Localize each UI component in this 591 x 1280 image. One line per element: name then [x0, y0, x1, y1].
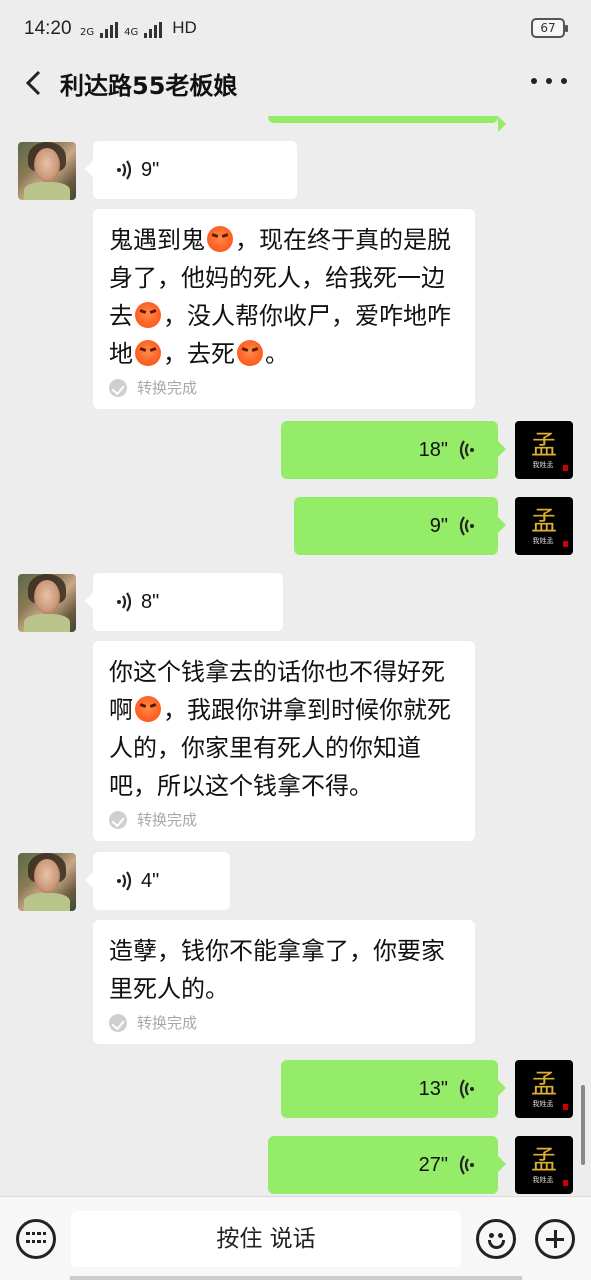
transcript-status: 转换完成	[109, 809, 461, 831]
hd-label: HD	[172, 18, 197, 37]
signal-icon	[144, 22, 163, 38]
avatar-glyph: 孟	[531, 1146, 557, 1176]
angry-emoji-icon	[135, 302, 161, 328]
avatar-caption: 我姓孟	[533, 1099, 554, 1108]
voice-message-bubble[interactable]: 4"	[85, 852, 230, 910]
check-circle-icon	[109, 811, 127, 829]
voice-transcript[interactable]: 鬼遇到鬼 ，现在终于真的是脱身了，他妈的死人，给我死一边去 ，没人帮你收尸，爱咋地咋…	[93, 209, 475, 409]
my-avatar[interactable]: 孟我姓孟	[515, 421, 573, 479]
home-indicator	[70, 1276, 522, 1280]
voice-wave-icon	[459, 440, 474, 460]
keyboard-icon[interactable]	[16, 1219, 56, 1259]
signal-icon	[100, 22, 119, 38]
avatar-glyph: 孟	[531, 431, 557, 461]
battery-icon: 67	[531, 18, 568, 38]
voice-transcript[interactable]: 你这个钱拿去的话你也不得好死啊 ，我跟你讲拿到时候你就死人的，你家里有死人的你知道…	[93, 641, 475, 841]
status-bar: 14:20 2G 4G HD 67	[0, 0, 591, 60]
angry-emoji-icon	[237, 340, 263, 366]
angry-emoji-icon	[135, 340, 161, 366]
voice-duration: 4"	[141, 870, 160, 892]
scrollbar[interactable]	[581, 1085, 585, 1165]
voice-wave-icon	[117, 871, 132, 891]
chat-title: 利达路55老板娘	[60, 72, 238, 100]
hold-to-talk-button[interactable]: 按住 说话	[71, 1211, 461, 1267]
chat-header: 利达路55老板娘	[0, 60, 591, 116]
angry-emoji-icon	[207, 226, 233, 252]
voice-duration: 13"	[418, 1078, 448, 1100]
voice-wave-icon	[117, 592, 132, 612]
contact-avatar[interactable]	[18, 142, 76, 200]
voice-duration: 9"	[141, 159, 160, 181]
transcript-text: ，去死	[163, 340, 235, 368]
network-4g-label: 4G	[124, 27, 139, 38]
avatar-glyph: 孟	[531, 1070, 557, 1100]
voice-message-bubble[interactable]: 13"	[281, 1060, 506, 1118]
contact-avatar[interactable]	[18, 574, 76, 632]
check-circle-icon	[109, 379, 127, 397]
plus-icon[interactable]	[535, 1219, 575, 1259]
my-avatar[interactable]: 孟我姓孟	[515, 497, 573, 555]
voice-duration: 27"	[418, 1154, 448, 1176]
my-avatar[interactable]: 孟我姓孟	[515, 1060, 573, 1118]
message-list[interactable]: 孟 9" 鬼遇到鬼 ，现在终于真的是脱身了，他妈的死人，给我死一边去 ，没人帮你收尸…	[0, 116, 591, 1196]
transcript-status: 转换完成	[109, 377, 461, 399]
more-options-icon[interactable]	[531, 66, 567, 96]
network-2g-label: 2G	[80, 27, 95, 38]
avatar-caption: 我姓孟	[533, 536, 554, 545]
status-text: 转换完成	[137, 811, 198, 829]
voice-message-bubble[interactable]: 27"	[268, 1136, 506, 1194]
back-arrow-icon[interactable]	[20, 68, 50, 98]
voice-transcript[interactable]: 造孽，钱你不能拿拿了，你要家里死人的。 转换完成	[93, 920, 475, 1044]
status-time: 14:20	[24, 18, 72, 39]
voice-message-bubble[interactable]: 8"	[85, 573, 283, 631]
voice-wave-icon	[459, 1079, 474, 1099]
voice-message-bubble[interactable]: 9"	[85, 141, 297, 199]
voice-duration: 8"	[141, 591, 160, 613]
network-indicators: 2G 4G HD	[80, 18, 197, 38]
status-text: 转换完成	[137, 379, 198, 397]
avatar-caption: 我姓孟	[533, 460, 554, 469]
voice-duration: 18"	[418, 439, 448, 461]
check-circle-icon	[109, 1014, 127, 1032]
voice-message-bubble[interactable]: 18"	[281, 421, 506, 479]
emoji-icon[interactable]	[476, 1219, 516, 1259]
transcript-text: 造孽，钱你不能拿拿了，你要家里死人的。	[109, 937, 445, 1003]
avatar-glyph: 孟	[531, 507, 557, 537]
angry-emoji-icon	[135, 696, 161, 722]
transcript-status: 转换完成	[109, 1012, 461, 1034]
status-text: 转换完成	[137, 1014, 198, 1032]
my-avatar[interactable]: 孟我姓孟	[515, 1136, 573, 1194]
partial-sent-bubble[interactable]	[268, 116, 506, 132]
voice-message-bubble[interactable]: 9"	[294, 497, 506, 555]
transcript-text: 鬼遇到鬼	[109, 226, 205, 254]
voice-wave-icon	[459, 1155, 474, 1175]
input-bar: 按住 说话	[0, 1196, 591, 1280]
voice-wave-icon	[117, 160, 132, 180]
contact-avatar[interactable]	[18, 853, 76, 911]
voice-wave-icon	[459, 516, 474, 536]
voice-duration: 9"	[429, 515, 448, 537]
avatar-caption: 我姓孟	[533, 1175, 554, 1184]
transcript-text: 。	[265, 340, 289, 368]
